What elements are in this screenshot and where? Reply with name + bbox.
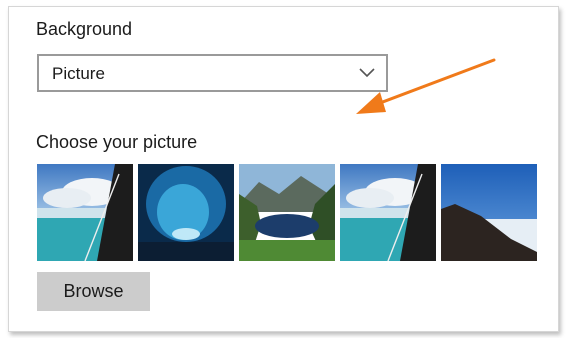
orange-arrow-annotation (356, 58, 496, 114)
thumbnail-ice-cave[interactable] (138, 164, 234, 261)
browse-button[interactable]: Browse (37, 272, 150, 311)
thumbnail-cliff-clouds[interactable] (441, 164, 537, 261)
background-dropdown[interactable]: Picture (37, 54, 388, 92)
thumbnail-lake-rocks-1[interactable] (37, 164, 133, 261)
background-dropdown-value: Picture (52, 64, 105, 83)
thumbnail-lake-rocks-2[interactable] (340, 164, 436, 261)
choose-picture-label: Choose your picture (36, 132, 198, 152)
thumbnail-mountain-lake[interactable] (239, 164, 335, 261)
background-label: Background (36, 19, 133, 39)
